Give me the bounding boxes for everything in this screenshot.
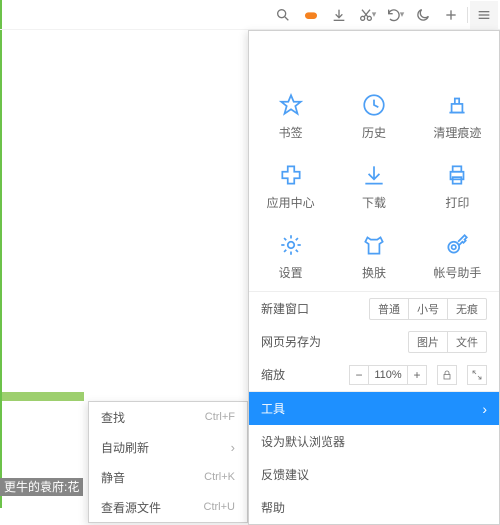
menu-skin[interactable]: 换肤 — [332, 221, 415, 291]
sub-viewsource[interactable]: 查看源文件 Ctrl+U — [89, 492, 247, 522]
menu-icon[interactable] — [470, 1, 498, 29]
menu-bookmark-label: 书签 — [279, 124, 303, 141]
link-caption: 更牛的袁府:花 — [0, 478, 83, 496]
menu-settings-label: 设置 — [279, 264, 303, 281]
sub-mute-label: 静音 — [101, 469, 204, 486]
sub-find-shortcut: Ctrl+F — [205, 411, 235, 423]
menu-downloads[interactable]: 下载 — [332, 151, 415, 221]
sub-viewsource-label: 查看源文件 — [101, 499, 204, 516]
newwin-normal[interactable]: 普通 — [370, 299, 408, 319]
saveas-file[interactable]: 文件 — [447, 332, 486, 352]
plus-icon[interactable] — [437, 1, 465, 29]
sub-autorefresh[interactable]: 自动刷新 — [89, 432, 247, 462]
moon-icon[interactable] — [409, 1, 437, 29]
zoom-value: 110% — [368, 366, 408, 384]
lock-icon[interactable] — [437, 365, 457, 385]
menu-apps[interactable]: 应用中心 — [249, 151, 332, 221]
cut-icon[interactable]: ▾ — [353, 1, 381, 29]
sub-viewsource-shortcut: Ctrl+U — [204, 501, 235, 513]
row-tools[interactable]: 工具 — [249, 392, 499, 425]
menu-settings[interactable]: 设置 — [249, 221, 332, 291]
sub-mute-shortcut: Ctrl+K — [204, 471, 235, 483]
menu-account[interactable]: 帐号助手 — [416, 221, 499, 291]
sub-mute[interactable]: 静音 Ctrl+K — [89, 462, 247, 492]
menu-print[interactable]: 打印 — [416, 151, 499, 221]
row-saveas: 网页另存为 图片 文件 — [249, 325, 499, 358]
page-progress-bar — [2, 392, 84, 401]
newwin-small[interactable]: 小号 — [408, 299, 447, 319]
undo-icon[interactable]: ▾ — [381, 1, 409, 29]
menu-downloads-label: 下载 — [362, 194, 386, 211]
row-set-default-label: 设为默认浏览器 — [261, 433, 487, 450]
search-icon[interactable] — [269, 1, 297, 29]
menu-bookmark[interactable]: 书签 — [249, 81, 332, 151]
row-saveas-label: 网页另存为 — [261, 333, 402, 350]
menu-history[interactable]: 历史 — [332, 81, 415, 151]
row-new-window: 新建窗口 普通 小号 无痕 — [249, 292, 499, 325]
menu-clean-label: 清理痕迹 — [433, 124, 481, 141]
menu-skin-label: 换肤 — [362, 264, 386, 281]
browser-toolbar: ▾ ▾ — [0, 0, 500, 30]
row-feedback-label: 反馈建议 — [261, 466, 487, 483]
download-icon[interactable] — [325, 1, 353, 29]
sub-find[interactable]: 查找 Ctrl+F — [89, 402, 247, 432]
menu-account-label: 帐号助手 — [433, 264, 481, 281]
row-zoom-label: 缩放 — [261, 366, 343, 383]
tools-submenu: 查找 Ctrl+F 自动刷新 静音 Ctrl+K 查看源文件 Ctrl+U — [88, 401, 248, 523]
row-zoom: 缩放 − 110% + — [249, 358, 499, 391]
main-menu-panel: 书签 历史 清理痕迹 应用中心 下载 打印 设置 换肤 帐号助手 新建窗口 普通… — [248, 30, 500, 525]
newwin-incognito[interactable]: 无痕 — [447, 299, 486, 319]
row-feedback[interactable]: 反馈建议 — [249, 458, 499, 491]
row-tools-label: 工具 — [261, 400, 476, 417]
row-new-window-label: 新建窗口 — [261, 300, 363, 317]
saveas-image[interactable]: 图片 — [409, 332, 447, 352]
menu-clean[interactable]: 清理痕迹 — [416, 81, 499, 151]
game-icon[interactable] — [297, 1, 325, 29]
fullscreen-icon[interactable] — [467, 365, 487, 385]
menu-print-label: 打印 — [445, 194, 469, 211]
sub-autorefresh-label: 自动刷新 — [101, 439, 231, 456]
menu-grid: 书签 历史 清理痕迹 应用中心 下载 打印 设置 换肤 帐号助手 — [249, 81, 499, 291]
zoom-out-button[interactable]: − — [350, 368, 368, 382]
row-set-default[interactable]: 设为默认浏览器 — [249, 425, 499, 458]
menu-apps-label: 应用中心 — [267, 194, 315, 211]
sub-find-label: 查找 — [101, 409, 205, 426]
zoom-in-button[interactable]: + — [408, 368, 426, 382]
menu-history-label: 历史 — [362, 124, 386, 141]
